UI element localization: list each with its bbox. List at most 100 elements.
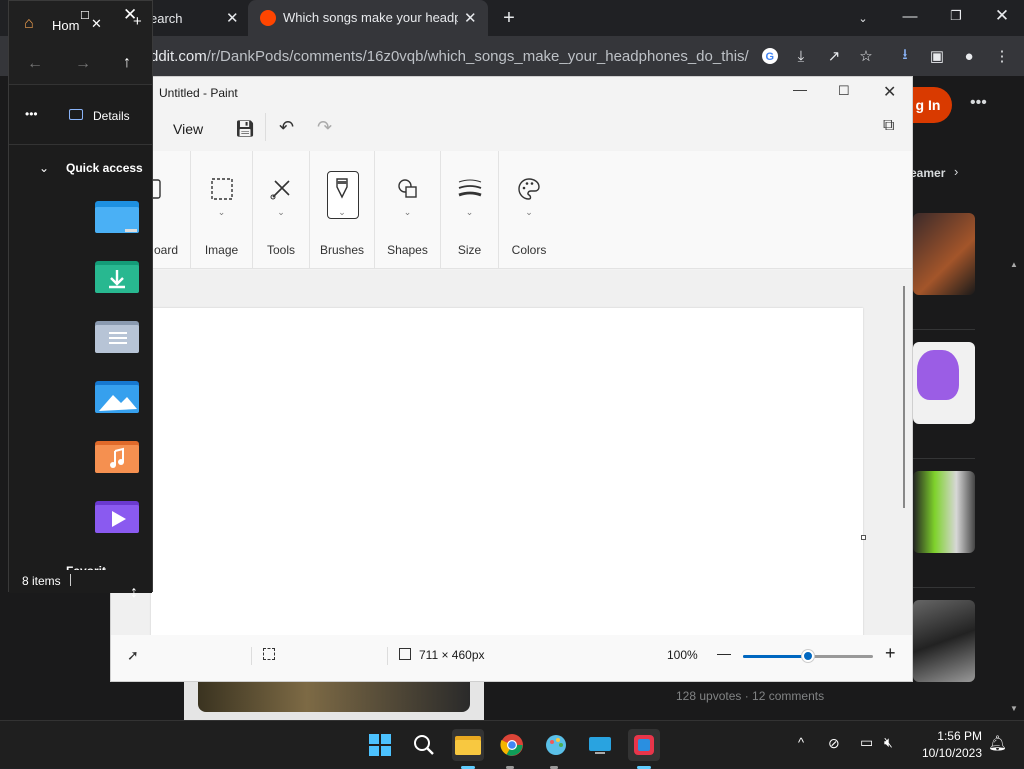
home-icon: ⌂ [24, 15, 34, 32]
install-icon[interactable]: ⤓ [789, 44, 813, 68]
close-icon[interactable]: ✕ [883, 82, 896, 102]
close-tab-icon[interactable]: ✕ [91, 16, 102, 32]
address-bar[interactable]: ddit.com/r/DankPods/comments/16z0vqb/whi… [150, 42, 750, 70]
maximize-icon[interactable]: ☐ [838, 83, 850, 99]
brushes-group[interactable]: ⌄ Brushes [310, 151, 375, 269]
volume-muted-icon[interactable]: 🔇︎ [884, 734, 893, 751]
downloads-folder-icon[interactable] [95, 259, 143, 299]
save-icon[interactable]: 💾︎ [235, 119, 255, 139]
chevron-up-icon[interactable]: ^ [798, 735, 804, 750]
file-explorer-taskbar-icon[interactable] [452, 729, 484, 761]
svg-text:G: G [766, 51, 775, 63]
share-icon[interactable]: ↗ [822, 44, 846, 68]
chevron-down-icon[interactable]: ⌄ [404, 207, 412, 218]
pictures-folder-icon[interactable] [95, 379, 143, 419]
vertical-scrollbar[interactable] [903, 286, 905, 508]
download-icon[interactable]: ⭳ [893, 44, 917, 68]
quick-access-heading[interactable]: Quick access [66, 161, 143, 175]
new-tab-icon[interactable]: + [133, 13, 142, 30]
details-button[interactable]: Details [93, 109, 130, 123]
size-icon[interactable] [454, 173, 486, 205]
zoom-slider[interactable] [743, 650, 873, 662]
close-icon[interactable]: ✕ [464, 9, 477, 27]
resize-handle[interactable] [861, 535, 866, 540]
new-tab-icon[interactable]: + [497, 6, 521, 30]
post-meta: 128 upvotes · 12 comments [676, 689, 825, 703]
layers-icon[interactable]: ⧉ [883, 117, 894, 135]
chrome-menu-icon[interactable]: ⋮ [990, 44, 1014, 68]
bookmark-star-icon[interactable]: ☆ [854, 44, 878, 68]
start-icon[interactable] [364, 729, 396, 761]
more-icon[interactable]: ••• [970, 94, 987, 112]
tools-group[interactable]: ⌄ Tools [253, 151, 310, 269]
login-label: g In [915, 97, 941, 113]
chevron-down-icon[interactable]: ⌄ [525, 207, 533, 218]
shapes-icon[interactable] [392, 173, 424, 205]
thumbnail-image[interactable] [913, 342, 975, 424]
chevron-down-icon[interactable]: ⌄ [39, 161, 49, 175]
up-icon[interactable]: ↑ [123, 54, 131, 72]
close-window-icon[interactable]: ✕ [990, 4, 1014, 28]
drawing-canvas[interactable] [151, 308, 863, 638]
google-icon[interactable]: G [758, 44, 782, 68]
thumbnail-image[interactable] [913, 471, 975, 553]
chevron-down-icon[interactable]: ⌄ [466, 207, 474, 218]
chevron-down-icon[interactable]: ⌄ [218, 207, 226, 218]
zoom-in-icon[interactable]: + [885, 643, 896, 664]
favorites-heading[interactable]: Favorit [66, 564, 106, 570]
scrollbar[interactable]: ▲ ▼ [1010, 260, 1018, 720]
chevron-down-icon[interactable]: ⌄ [277, 207, 285, 218]
undo-icon[interactable]: ↶ [279, 117, 294, 138]
photos-icon[interactable] [628, 729, 660, 761]
chrome-icon[interactable] [496, 729, 528, 761]
network-icon[interactable]: ⊘ [828, 735, 840, 752]
close-icon[interactable]: ✕ [226, 9, 239, 27]
maximize-icon[interactable]: ☐ [80, 9, 90, 22]
explorer-tab-title[interactable]: Hom [52, 18, 79, 33]
thumbnail-image[interactable] [913, 213, 975, 295]
zoom-out-icon[interactable]: — [717, 645, 731, 661]
colors-group[interactable]: ⌄ Colors [499, 151, 559, 269]
post-image[interactable] [198, 682, 470, 712]
size-group[interactable]: ⌄ Size [441, 151, 499, 269]
scroll-down-icon[interactable]: ▼ [1010, 704, 1018, 713]
remote-desktop-icon[interactable] [584, 729, 616, 761]
music-folder-icon[interactable] [95, 439, 143, 479]
side-panel-icon[interactable]: ▣ [925, 44, 949, 68]
profile-icon[interactable]: ● [957, 44, 981, 68]
forward-icon[interactable]: → [75, 55, 91, 73]
videos-folder-icon[interactable] [95, 499, 143, 539]
chrome-tab-strip: earch ✕ Which songs make your headpho ✕ … [0, 0, 1024, 36]
search-icon[interactable] [408, 729, 440, 761]
scroll-up-icon[interactable]: ▲ [1010, 260, 1018, 269]
minimize-icon[interactable]: — [898, 4, 922, 28]
zoom-slider-thumb[interactable] [802, 650, 814, 662]
tab-search-icon[interactable]: ⌄ [851, 6, 875, 30]
shapes-group[interactable]: ⌄ Shapes [375, 151, 441, 269]
documents-folder-icon[interactable] [95, 319, 143, 359]
redo-icon[interactable]: ↷ [317, 117, 332, 138]
chevron-down-icon[interactable]: ⌄ [338, 207, 346, 218]
restore-icon[interactable]: ❐ [944, 4, 968, 28]
tab-search[interactable]: earch ✕ [150, 0, 246, 36]
chevron-right-icon[interactable]: › [954, 164, 958, 179]
minimize-icon[interactable]: — [793, 81, 807, 97]
display-icon[interactable]: ▭ [860, 734, 873, 751]
clock[interactable]: 1:56 PM 10/10/2023 [918, 729, 982, 760]
more-options[interactable]: ••• [25, 107, 38, 121]
tools-icon[interactable] [265, 173, 297, 205]
image-group[interactable]: ⌄ Image [191, 151, 253, 269]
select-icon[interactable] [206, 173, 238, 205]
brush-icon[interactable] [326, 173, 358, 205]
palette-icon[interactable] [513, 173, 545, 205]
notification-bell-icon[interactable]: 🔔︎ [988, 734, 1007, 752]
view-menu[interactable]: View [173, 121, 203, 137]
divider [251, 647, 252, 665]
thumbnail-image[interactable] [913, 600, 975, 682]
desktop-folder-icon[interactable] [95, 199, 143, 239]
back-icon[interactable]: ← [27, 55, 43, 73]
canvas-area [111, 270, 912, 642]
paint-taskbar-icon[interactable] [540, 729, 572, 761]
zoom-level[interactable]: 100% [667, 648, 698, 662]
tab-reddit[interactable]: Which songs make your headpho ✕ [248, 0, 488, 36]
